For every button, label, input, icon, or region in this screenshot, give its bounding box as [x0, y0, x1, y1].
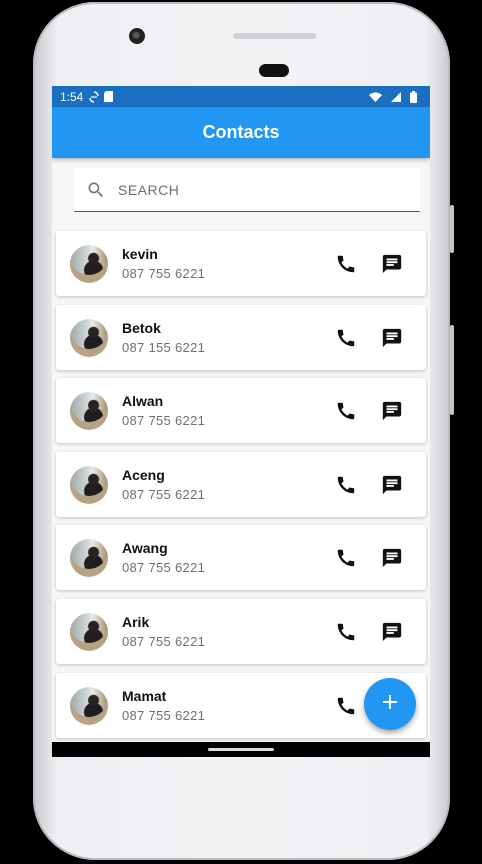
phone-icon[interactable]: [334, 473, 358, 497]
app-bar: Contacts: [52, 107, 430, 158]
app-screen: 1:54 Contacts SEARCH kevin 087 755 6221 …: [52, 86, 430, 757]
contact-phone: 087 755 6221: [122, 708, 206, 723]
contact-phone: 087 755 6221: [122, 413, 206, 428]
contact-card-aceng[interactable]: Aceng 087 755 6221: [56, 452, 426, 517]
contact-card-arik[interactable]: Arik 087 755 6221: [56, 599, 426, 664]
contact-info: Arik 087 755 6221: [122, 614, 334, 649]
contact-info: Alwan 087 755 6221: [122, 393, 334, 428]
search-input[interactable]: SEARCH: [74, 168, 420, 212]
message-icon[interactable]: [380, 473, 404, 497]
contact-info: Awang 087 755 6221: [122, 540, 334, 575]
message-icon[interactable]: [380, 399, 404, 423]
message-icon[interactable]: [380, 620, 404, 644]
wifi-icon: [369, 92, 382, 102]
contact-name: Mamat: [122, 688, 167, 704]
contact-phone: 087 755 6221: [122, 634, 206, 649]
avatar: [70, 686, 108, 725]
contact-card-betok[interactable]: Betok 087 155 6221: [56, 305, 426, 370]
phone-icon[interactable]: [334, 399, 358, 423]
phone-icon[interactable]: [334, 620, 358, 644]
contact-phone: 087 155 6221: [122, 340, 206, 355]
status-bar: 1:54: [52, 86, 430, 107]
contact-name: Awang: [122, 540, 168, 556]
contact-name: Alwan: [122, 393, 164, 409]
avatar: [70, 612, 108, 651]
phone-icon[interactable]: [334, 694, 358, 718]
contact-phone: 087 755 6221: [122, 560, 206, 575]
proximity-sensor: [259, 64, 289, 77]
sd-card-icon: [104, 91, 114, 102]
contact-phone: 087 755 6221: [122, 266, 206, 281]
contact-card-kevin[interactable]: kevin 087 755 6221: [56, 231, 426, 296]
contact-name: Arik: [122, 614, 150, 630]
phone-icon[interactable]: [334, 252, 358, 276]
search-container: SEARCH: [52, 158, 430, 230]
contact-info: Betok 087 155 6221: [122, 320, 334, 355]
message-icon[interactable]: [380, 252, 404, 276]
front-camera: [129, 28, 145, 44]
battery-icon: [410, 90, 417, 103]
status-time: 1:54: [60, 89, 84, 104]
plus-icon: [380, 692, 400, 717]
home-gesture-bar[interactable]: [208, 748, 274, 751]
avatar: [70, 391, 108, 430]
contact-name: Betok: [122, 320, 161, 336]
signal-icon: [391, 91, 401, 102]
contact-info: Aceng 087 755 6221: [122, 467, 334, 502]
contact-info: Mamat 087 755 6221: [122, 688, 334, 723]
search-icon: [86, 180, 106, 200]
message-icon[interactable]: [380, 546, 404, 570]
avatar: [70, 538, 108, 577]
volume-button: [450, 205, 454, 253]
message-icon[interactable]: [380, 326, 404, 350]
page-title: Contacts: [202, 122, 280, 142]
contact-card-awang[interactable]: Awang 087 755 6221: [56, 525, 426, 590]
phone-icon[interactable]: [334, 326, 358, 350]
avatar: [70, 244, 108, 283]
contact-list: kevin 087 755 6221 Betok 087 155 6221 Al…: [52, 230, 430, 757]
contact-card-alwan[interactable]: Alwan 087 755 6221: [56, 378, 426, 443]
avatar: [70, 318, 108, 357]
contact-name: Aceng: [122, 467, 165, 483]
earpiece-speaker: [233, 33, 316, 39]
contact-name: kevin: [122, 246, 158, 262]
sync-icon: [89, 90, 100, 103]
contact-phone: 087 755 6221: [122, 487, 206, 502]
add-contact-button[interactable]: [364, 678, 416, 730]
power-button: [450, 325, 454, 415]
phone-icon[interactable]: [334, 546, 358, 570]
contact-info: kevin 087 755 6221: [122, 246, 334, 281]
avatar: [70, 465, 108, 504]
system-nav-bar: [52, 742, 430, 757]
search-placeholder: SEARCH: [118, 181, 180, 198]
